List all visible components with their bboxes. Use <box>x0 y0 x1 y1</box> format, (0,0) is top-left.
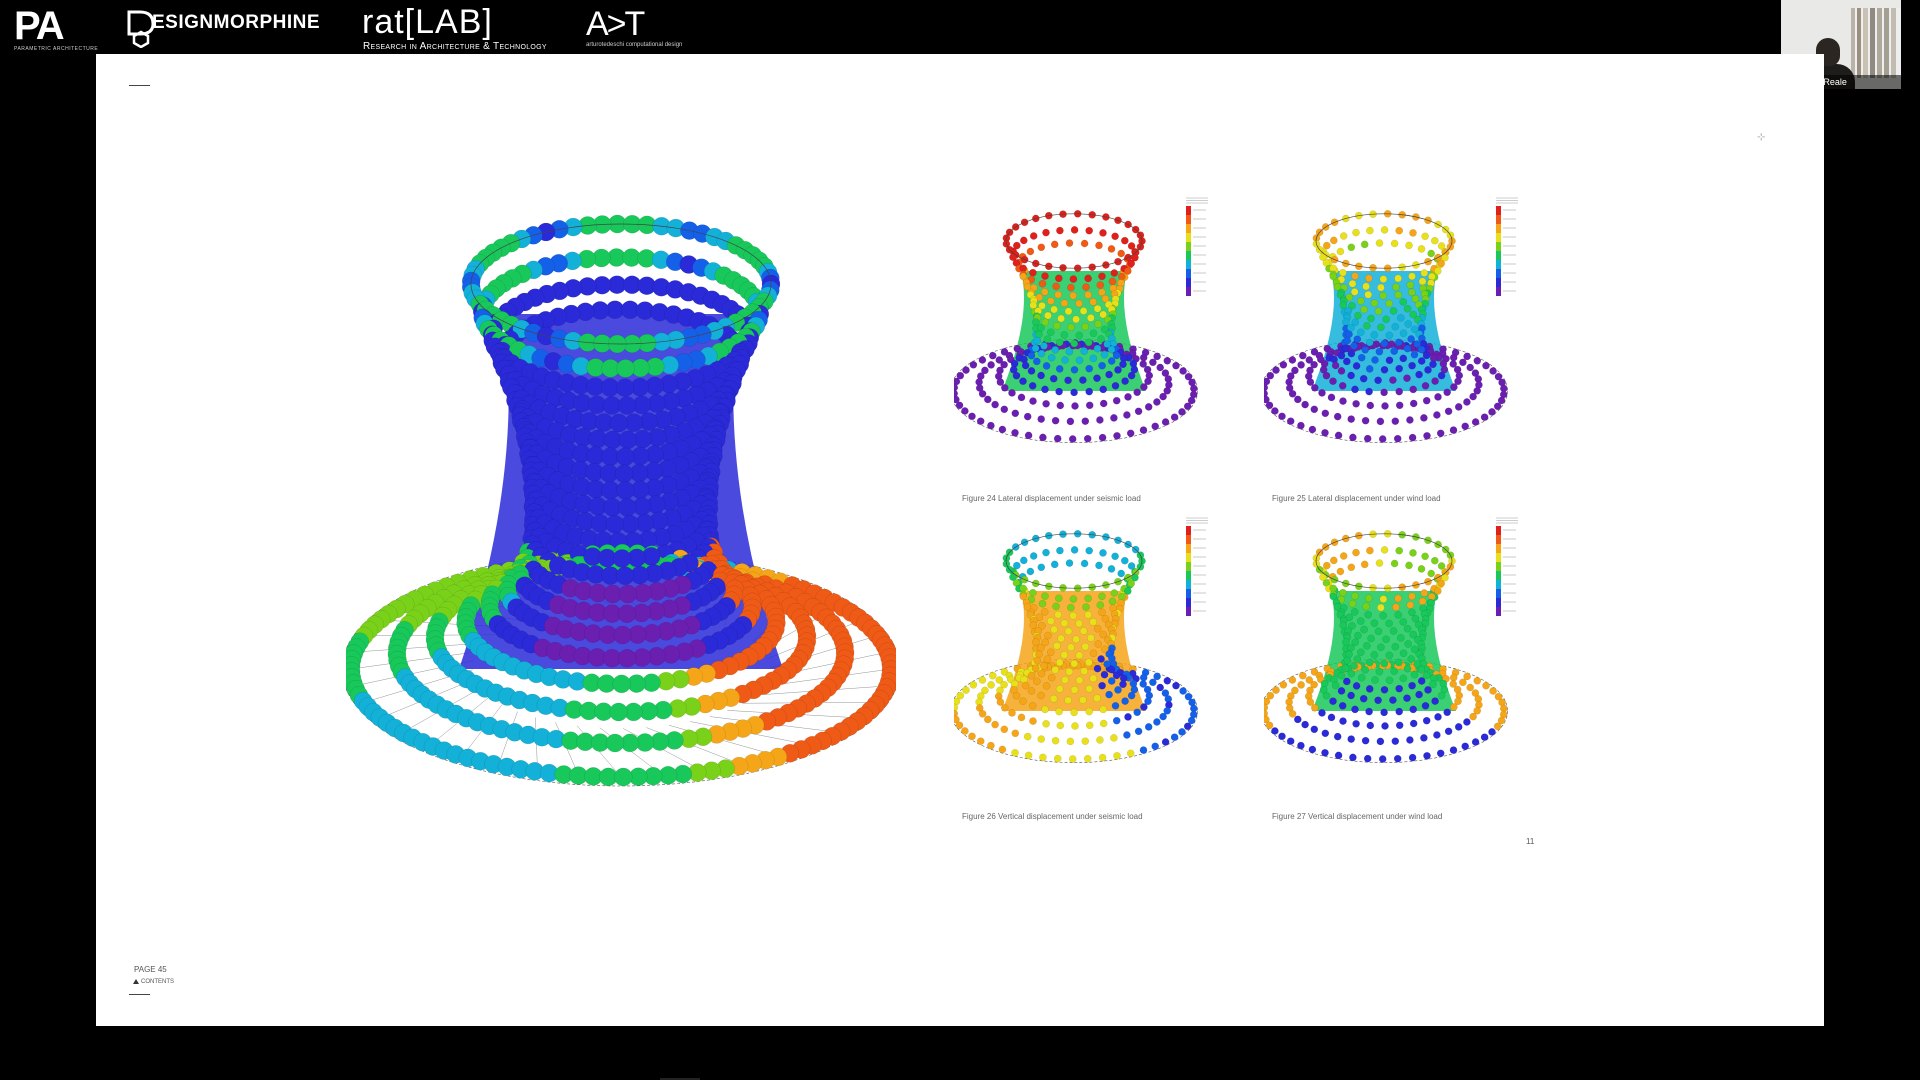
figure-24-caption: Figure 24 Lateral displacement under sei… <box>962 494 1141 503</box>
pa-logo: PA <box>14 6 63 46</box>
slide-bottom-rule <box>129 994 150 995</box>
figure-26-caption: Figure 26 Vertical displacement under se… <box>962 812 1143 821</box>
ratlab-logo-subtitle: Research in Architecture & Technology <box>363 41 547 52</box>
figure-27-visualization <box>1264 516 1524 786</box>
designmorphine-logo: ESIGNMORPHINE <box>152 12 320 34</box>
slide-top-rule <box>129 85 150 86</box>
bookshelf-background <box>1851 8 1901 78</box>
crosshair-icon: ⊹ <box>1757 132 1765 143</box>
contents-label: CONTENTS <box>141 979 174 985</box>
figure-25-visualization <box>1264 196 1524 466</box>
figure-27-caption: Figure 27 Vertical displacement under wi… <box>1272 812 1442 821</box>
pa-logo-subtitle: PARAMETRIC ARCHITECTURE <box>14 46 98 52</box>
triangle-up-icon <box>133 979 139 984</box>
figure-26-visualization <box>954 516 1214 786</box>
figure-24-visualization <box>954 196 1214 466</box>
page-number: 11 <box>1526 837 1534 846</box>
contents-link[interactable]: CONTENTS <box>133 979 174 985</box>
main-hyperboloid-visualization <box>346 189 896 849</box>
presentation-slide: ⊹ Figure 24 Lateral displacement under s… <box>96 54 1824 1026</box>
at-logo-subtitle: arturotedeschi computational design <box>586 42 682 49</box>
top-logo-bar: PA PARAMETRIC ARCHITECTURE ESIGNMORPHINE… <box>0 0 1920 54</box>
page-label: PAGE 45 <box>134 965 167 974</box>
ratlab-logo: rat[LAB] <box>362 4 493 40</box>
at-logo: A>T <box>586 6 643 42</box>
figure-25-caption: Figure 25 Lateral displacement under win… <box>1272 494 1441 503</box>
